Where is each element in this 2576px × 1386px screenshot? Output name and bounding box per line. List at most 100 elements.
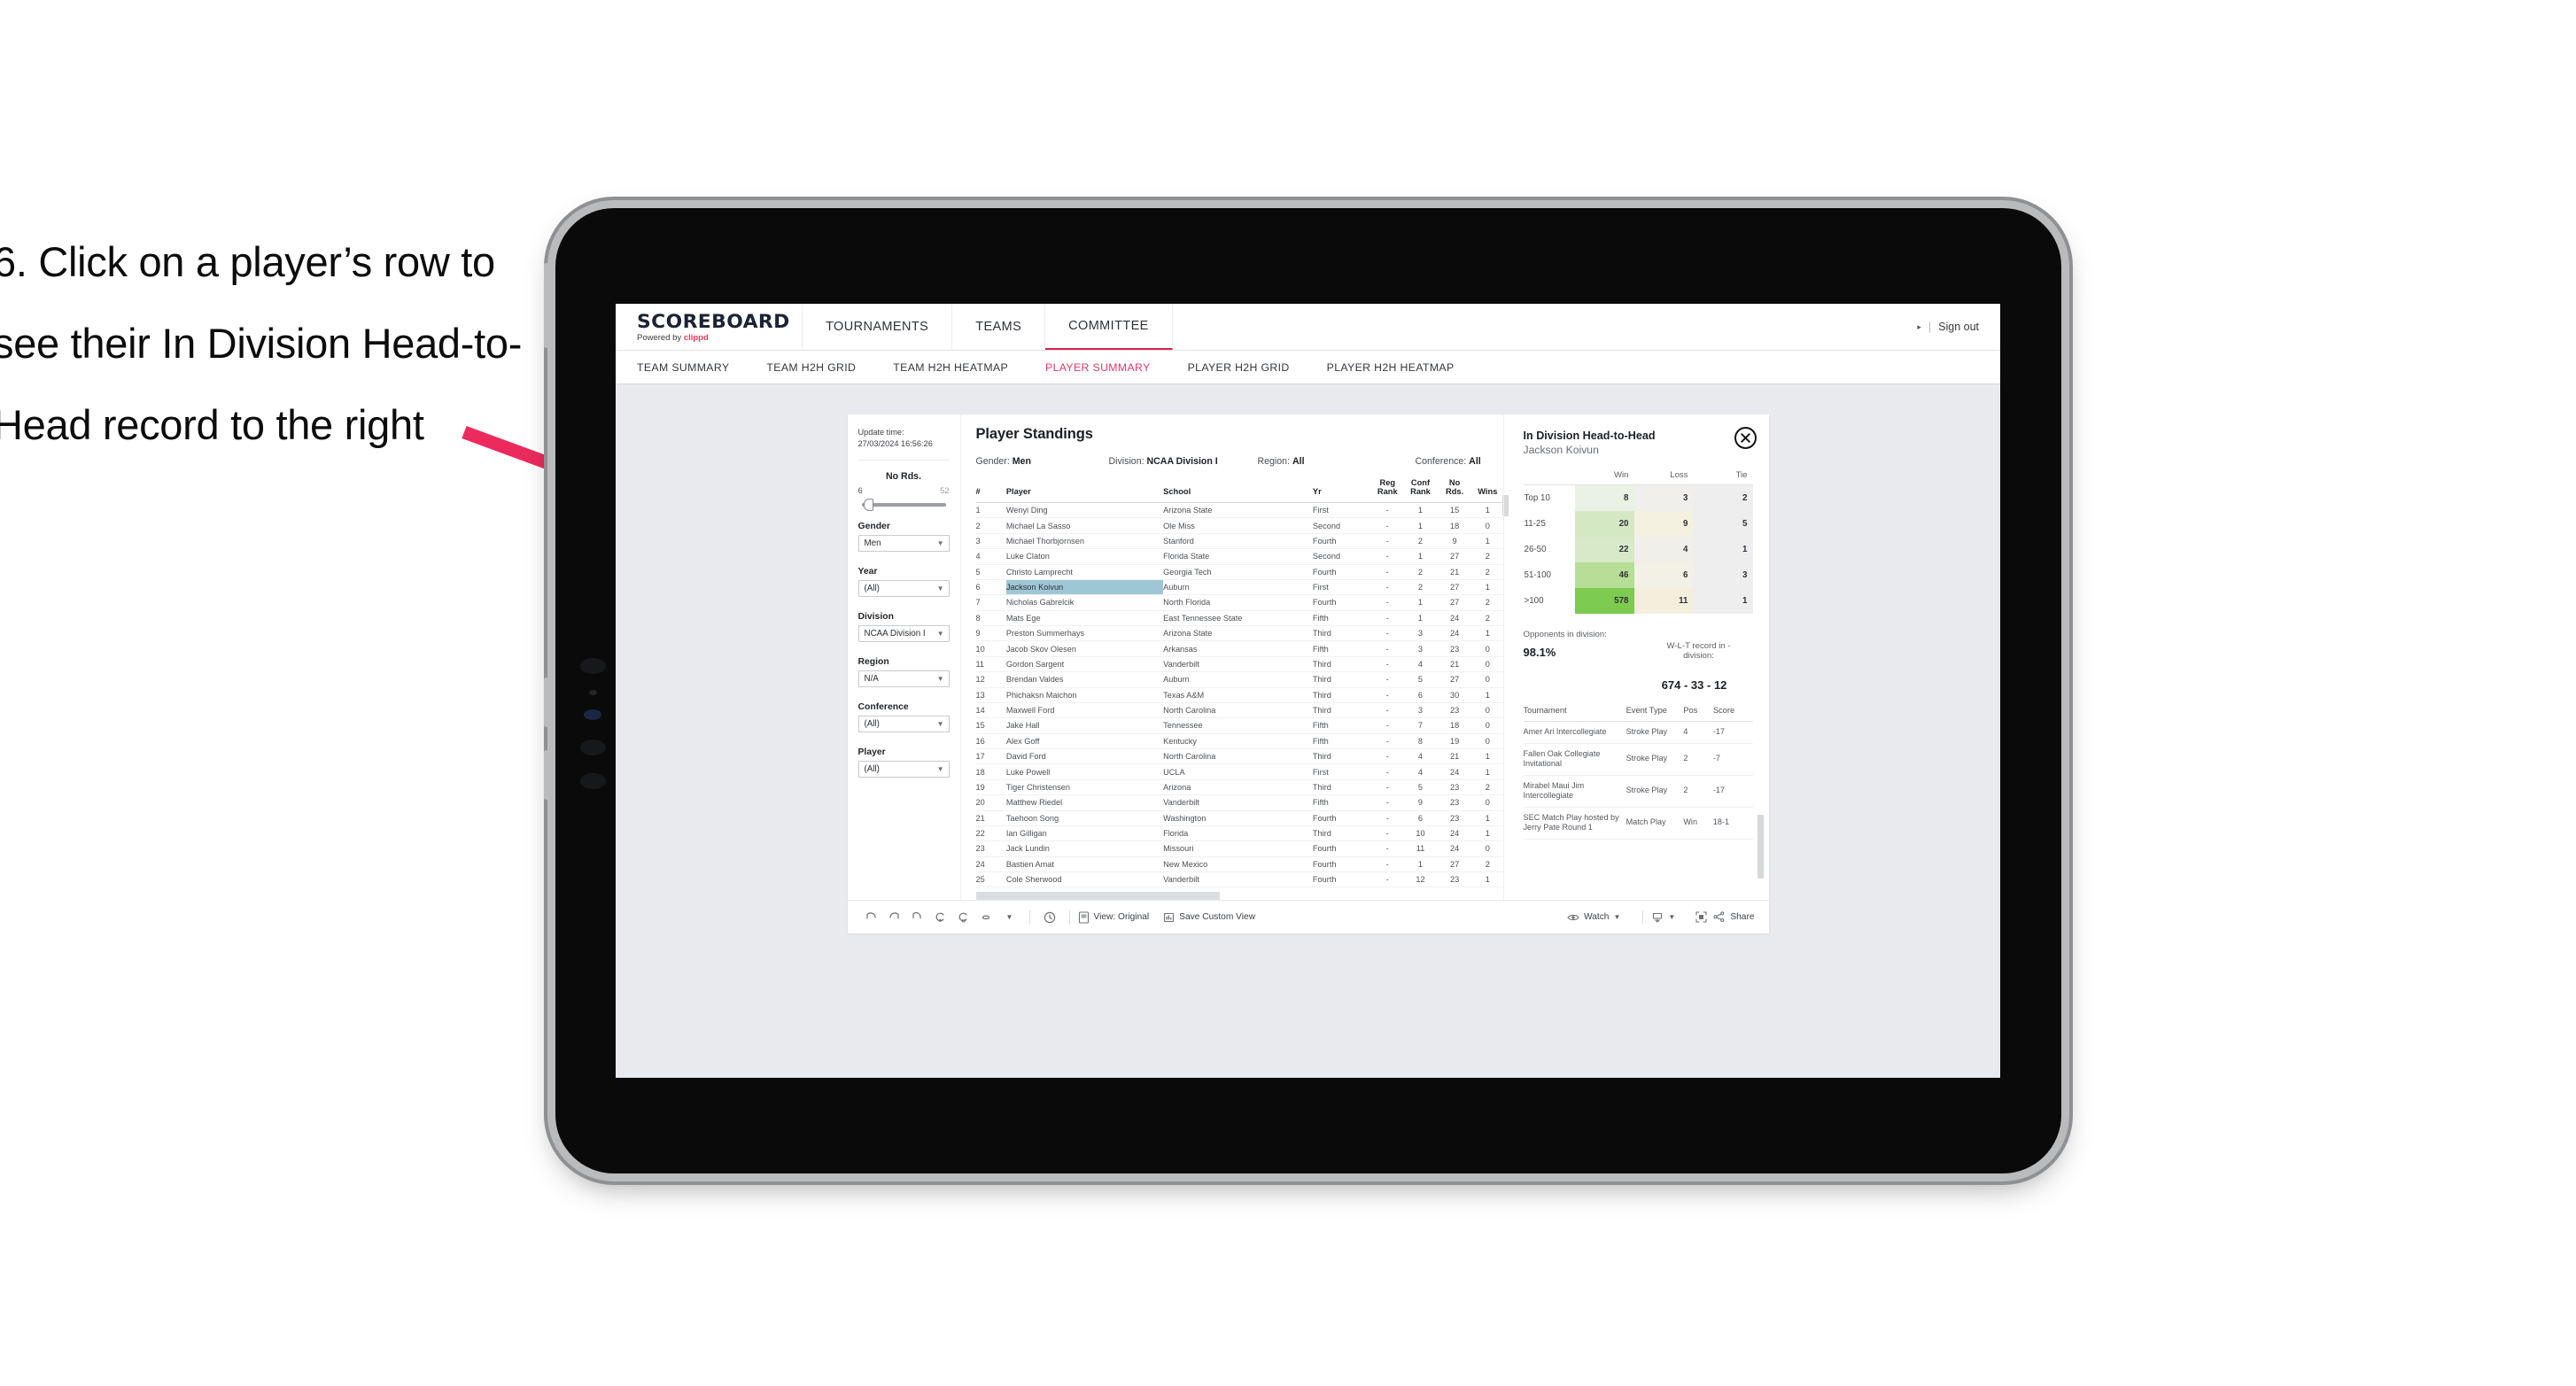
download-caret-icon: ▼: [1668, 913, 1676, 922]
table-row[interactable]: 17 David Ford North Carolina Third -4 21 1: [975, 748, 1503, 765]
cell-conf-rank: 11: [1403, 840, 1438, 857]
tab-player-h2h-heatmap[interactable]: PLAYER H2H HEATMAP: [1327, 361, 1474, 374]
filter-region-select[interactable]: N/A ▼: [857, 670, 950, 687]
cell-reg-rank: -: [1370, 517, 1404, 534]
col-player[interactable]: Player: [1005, 478, 1164, 503]
filter-player-value: (All): [864, 764, 880, 774]
table-row[interactable]: 2 Michael La Sasso Ole Miss Second -1 18 0: [975, 517, 1503, 534]
table-row[interactable]: 20 Matthew Riedel Vanderbilt Fifth -9 23 0: [975, 794, 1503, 811]
account-caret-icon[interactable]: ▸: [1917, 322, 1921, 332]
filter-division-select[interactable]: NCAA Division I ▼: [857, 625, 950, 642]
cell-conf-rank: 6: [1403, 810, 1438, 826]
table-row[interactable]: 22 Ian Gilligan Florida Third -10 24 1: [975, 825, 1503, 842]
col-reg-rank[interactable]: Reg Rank: [1370, 478, 1404, 503]
redo-icon[interactable]: [883, 906, 906, 929]
refresh-icon[interactable]: [929, 906, 952, 929]
view-original-label: View: Original: [1093, 912, 1150, 923]
watch-button[interactable]: Watch ▼: [1567, 911, 1620, 924]
col-no-rds[interactable]: No Rds.: [1437, 478, 1473, 503]
col-rank[interactable]: #: [975, 478, 1006, 503]
table-row[interactable]: 25 Cole Sherwood Vanderbilt Fourth -12 23 1: [975, 871, 1503, 888]
view-original-button[interactable]: View: Original: [1078, 911, 1150, 924]
tab-team-h2h-grid[interactable]: TEAM H2H GRID: [766, 361, 875, 374]
save-custom-view-button[interactable]: Save Custom View: [1163, 911, 1255, 924]
cell-wins: 1: [1472, 502, 1503, 519]
tournament-row[interactable]: Mirabel Maui Jim Intercollegiate Stroke P…: [1523, 775, 1753, 808]
h2h-win-cell: 20: [1574, 511, 1634, 537]
fullscreen-icon[interactable]: [1689, 906, 1712, 929]
col-score[interactable]: Score: [1712, 706, 1753, 722]
share-button[interactable]: Share: [1712, 910, 1755, 924]
nav-committee[interactable]: COMMITTEE: [1045, 304, 1173, 350]
table-row[interactable]: 16 Alex Goff Kentucky Fifth -8 19 0: [975, 733, 1503, 750]
dropdown-caret-icon[interactable]: ▼: [998, 906, 1021, 929]
clock-icon[interactable]: [1038, 906, 1061, 929]
alerts-icon[interactable]: [975, 906, 998, 929]
table-row[interactable]: 24 Bastien Amat New Mexico Fourth -1 27 2: [975, 856, 1503, 873]
filter-year-value: (All): [864, 584, 880, 593]
table-row[interactable]: 10 Jacob Skov Olesen Arkansas Fifth -3 23 0: [975, 640, 1503, 657]
col-yr[interactable]: Yr: [1312, 478, 1371, 503]
power-button[interactable]: [544, 263, 548, 348]
filter-gender-select[interactable]: Men ▼: [857, 535, 950, 552]
tournament-row[interactable]: Fallen Oak Collegiate Invitational Stroke…: [1523, 743, 1753, 776]
pause-icon[interactable]: [952, 906, 975, 929]
nav-teams[interactable]: TEAMS: [952, 304, 1046, 350]
table-row[interactable]: 19 Tiger Christensen Arizona Third -5 23 2: [975, 779, 1503, 796]
table-row[interactable]: 7 Nicholas Gabrelcik North Florida Fourth -1…: [975, 594, 1503, 611]
standings-header-row: # Player School Yr Reg Rank Conf Rank No Rd…: [975, 478, 1503, 503]
col-event-type[interactable]: Event Type: [1626, 706, 1684, 722]
tournament-vertical-scrollbar[interactable]: [1757, 815, 1764, 879]
filter-conference-value: (All): [864, 719, 880, 729]
table-row[interactable]: 11 Gordon Sargent Vanderbilt Third -4 21 0: [975, 656, 1503, 673]
cell-wins: 1: [1472, 763, 1503, 780]
cell-rank: 21: [975, 810, 1006, 826]
cell-reg-rank: -: [1370, 702, 1404, 719]
col-tournament[interactable]: Tournament: [1523, 706, 1626, 722]
download-button[interactable]: ▼: [1651, 911, 1675, 924]
volume-down-button[interactable]: [544, 750, 548, 800]
table-row[interactable]: 6 Jackson Koivun Auburn First -2 27 1: [975, 579, 1503, 596]
col-pos[interactable]: Pos: [1683, 706, 1713, 722]
table-row[interactable]: 21 Taehoon Song Washington Fourth -6 23 1: [975, 810, 1503, 826]
nav-tournaments[interactable]: TOURNAMENTS: [803, 304, 953, 350]
tab-team-h2h-heatmap[interactable]: TEAM H2H HEATMAP: [893, 361, 1028, 374]
tab-team-summary[interactable]: TEAM SUMMARY: [637, 361, 749, 374]
table-row[interactable]: 1 Wenyi Ding Arizona State First -1 15 1: [975, 502, 1503, 519]
table-row[interactable]: 5 Christo Lamprecht Georgia Tech Fourth -2 21…: [975, 564, 1503, 580]
tab-player-h2h-grid[interactable]: PLAYER H2H GRID: [1188, 361, 1309, 374]
filter-year-select[interactable]: (All) ▼: [857, 580, 950, 597]
tournament-row[interactable]: Amer Ari Intercollegiate Stroke Play 4 -17: [1523, 721, 1753, 744]
filter-conference-select[interactable]: (All) ▼: [857, 716, 950, 732]
col-school[interactable]: School: [1163, 478, 1313, 503]
page-title: Player Standings: [975, 426, 1093, 442]
tournament-row[interactable]: SEC Match Play hosted by Jerry Pate Roun…: [1523, 807, 1753, 840]
table-row[interactable]: 3 Michael Thorbjornsen Stanford Fourth -2 9 1: [975, 533, 1503, 550]
table-row[interactable]: 15 Jake Hall Tennessee Fifth -7 18 0: [975, 717, 1503, 734]
table-row[interactable]: 12 Brendan Valdes Auburn Third -5 27 0: [975, 671, 1503, 688]
cell-player: Jack Lundin: [1005, 840, 1164, 857]
table-row[interactable]: 9 Preston Summerhays Arizona State Third -3 2…: [975, 625, 1503, 642]
col-conf-rank[interactable]: Conf Rank: [1403, 478, 1438, 503]
h2h-band-label: >100: [1523, 588, 1575, 614]
table-row[interactable]: 13 Phichaksn Maichon Texas A&M Third -6 30 1: [975, 687, 1503, 703]
brand-logo[interactable]: SCOREBOARD Powered by clippd: [616, 304, 803, 350]
slider-track[interactable]: [861, 499, 946, 511]
close-icon[interactable]: [1734, 427, 1757, 449]
standings-horizontal-scrollbar[interactable]: [975, 892, 1220, 901]
slider-handle[interactable]: [863, 499, 873, 511]
h2h-header-row: Win Loss Tie: [1523, 470, 1753, 485]
col-wins[interactable]: Wins: [1472, 478, 1503, 503]
revert-icon[interactable]: [906, 906, 929, 929]
tab-player-summary[interactable]: PLAYER SUMMARY: [1045, 361, 1170, 374]
table-row[interactable]: 18 Luke Powell UCLA First -4 24 1: [975, 763, 1503, 780]
table-row[interactable]: 23 Jack Lundin Missouri Fourth -11 24 0: [975, 840, 1503, 857]
cell-rank: 11: [975, 656, 1006, 673]
undo-icon[interactable]: [860, 906, 883, 929]
filter-player-select[interactable]: (All) ▼: [857, 761, 950, 778]
signout-link[interactable]: Sign out: [1938, 321, 1979, 333]
table-row[interactable]: 14 Maxwell Ford North Carolina Third -3 23 0: [975, 702, 1503, 719]
table-row[interactable]: 8 Mats Ege East Tennessee State Fifth -1 24 2: [975, 610, 1503, 627]
table-row[interactable]: 4 Luke Claton Florida State Second -1 27 2: [975, 548, 1503, 565]
volume-up-button[interactable]: [544, 678, 548, 727]
